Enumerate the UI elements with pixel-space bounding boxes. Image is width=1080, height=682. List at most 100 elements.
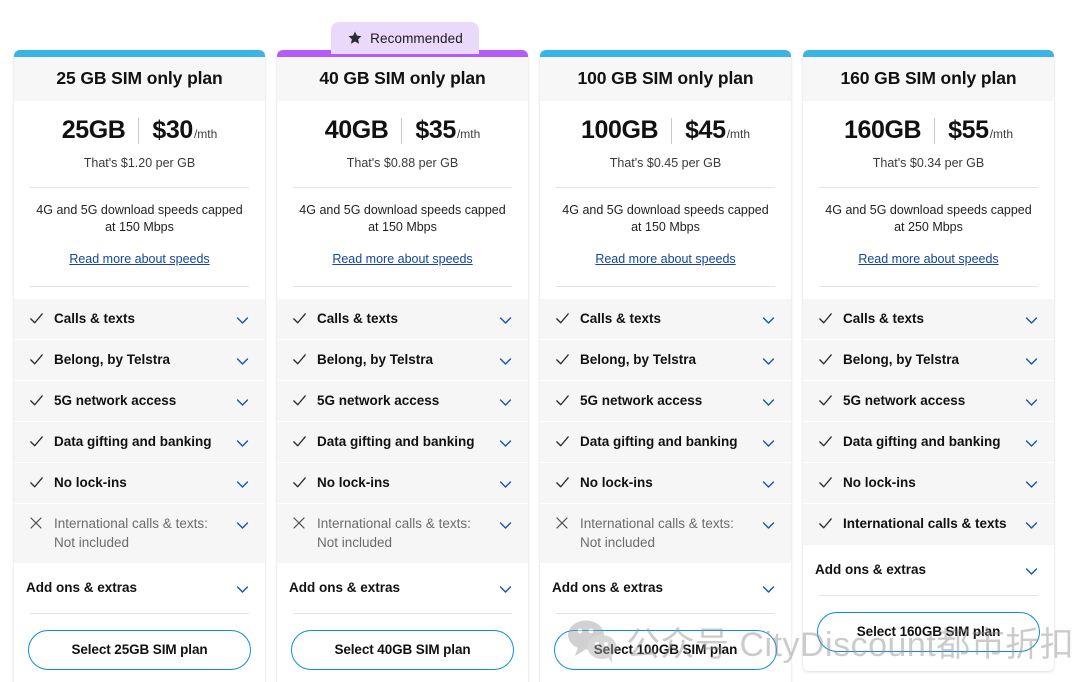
read-more-speeds-link[interactable]: Read more about speeds [69, 252, 209, 266]
select-plan-button[interactable]: Select 100GB SIM plan [554, 629, 777, 670]
feature-label: International calls & texts [843, 515, 1007, 531]
recommended-badge: Recommended [331, 22, 479, 54]
chevron-down-icon[interactable] [232, 578, 252, 598]
feature-row[interactable]: Data gifting and banking [277, 421, 528, 463]
check-icon [552, 391, 572, 409]
price-per-gb: That's $1.20 per GB [83, 156, 196, 170]
chevron-down-icon[interactable] [495, 432, 515, 452]
chevron-down-icon[interactable] [495, 514, 515, 534]
check-icon [815, 350, 835, 368]
chevron-down-icon[interactable] [495, 350, 515, 370]
read-more-speeds-link[interactable]: Read more about speeds [595, 252, 735, 266]
feature-label: International calls & texts: Not include… [580, 515, 734, 551]
feature-row[interactable]: Belong, by Telstra [803, 339, 1054, 381]
chevron-down-icon[interactable] [1021, 560, 1041, 580]
feature-label: Calls & texts [843, 310, 925, 326]
feature-list: Calls & texts Belong, by Telstra 5G networ… [540, 298, 791, 563]
feature-row[interactable]: No lock-ins [277, 462, 528, 504]
feature-list: Calls & texts Belong, by Telstra 5G networ… [14, 298, 265, 563]
feature-row[interactable]: International calls & texts: Not include… [14, 503, 265, 563]
addons-row[interactable]: Add ons & extras [540, 562, 791, 613]
read-more-speeds-link[interactable]: Read more about speeds [332, 252, 472, 266]
chevron-down-icon[interactable] [495, 309, 515, 329]
chevron-down-icon[interactable] [1021, 391, 1041, 411]
feature-label: Belong, by Telstra [54, 351, 171, 367]
feature-row[interactable]: Calls & texts [14, 298, 265, 340]
chevron-down-icon[interactable] [495, 391, 515, 411]
divider [293, 285, 512, 287]
feature-row[interactable]: Data gifting and banking [540, 421, 791, 463]
addons-row[interactable]: Add ons & extras [803, 544, 1054, 595]
feature-row[interactable]: Calls & texts [803, 298, 1054, 340]
feature-row[interactable]: Belong, by Telstra [14, 339, 265, 381]
feature-label: Calls & texts [317, 310, 399, 326]
feature-label: No lock-ins [843, 474, 916, 490]
chevron-down-icon[interactable] [1021, 514, 1041, 534]
check-icon [26, 350, 46, 368]
check-icon [289, 309, 309, 327]
chevron-down-icon[interactable] [232, 514, 252, 534]
select-plan-button[interactable]: Select 40GB SIM plan [291, 629, 514, 670]
select-plan-button[interactable]: Select 160GB SIM plan [817, 611, 1040, 652]
chevron-down-icon[interactable] [758, 391, 778, 411]
feature-row[interactable]: No lock-ins [540, 462, 791, 504]
card-header: 160 GB SIM only plan [803, 57, 1054, 101]
chevron-down-icon[interactable] [758, 432, 778, 452]
check-icon [26, 309, 46, 327]
chevron-down-icon[interactable] [1021, 432, 1041, 452]
feature-row[interactable]: International calls & texts [803, 503, 1054, 545]
feature-row[interactable]: Belong, by Telstra [540, 339, 791, 381]
divider [556, 285, 775, 287]
feature-row[interactable]: Data gifting and banking [14, 421, 265, 463]
read-more-speeds-link[interactable]: Read more about speeds [858, 252, 998, 266]
feature-label: Data gifting and banking [843, 433, 1001, 449]
chevron-down-icon[interactable] [758, 473, 778, 493]
addons-label: Add ons & extras [815, 562, 927, 578]
feature-label: International calls & texts: Not include… [54, 515, 208, 551]
plan-title: 25 GB SIM only plan [56, 68, 223, 88]
chevron-down-icon[interactable] [232, 391, 252, 411]
recommended-badge-label: Recommended [370, 30, 463, 46]
feature-row[interactable]: Data gifting and banking [803, 421, 1054, 463]
chevron-down-icon[interactable] [1021, 473, 1041, 493]
feature-row[interactable]: Belong, by Telstra [277, 339, 528, 381]
price-row: 25GB $30/mth [24, 116, 255, 145]
feature-row[interactable]: International calls & texts: Not include… [540, 503, 791, 563]
chevron-down-icon[interactable] [495, 473, 515, 493]
feature-row[interactable]: 5G network access [277, 380, 528, 422]
chevron-down-icon[interactable] [232, 350, 252, 370]
feature-label: 5G network access [54, 392, 177, 408]
card-accent-bar [803, 50, 1054, 57]
speeds-block: 4G and 5G download speeds capped at 150 … [540, 188, 791, 268]
feature-label: Belong, by Telstra [580, 351, 697, 367]
speed-description: 4G and 5G download speeds capped at 250 … [825, 203, 1032, 234]
select-plan-button[interactable]: Select 25GB SIM plan [28, 629, 251, 670]
feature-row[interactable]: 5G network access [540, 380, 791, 422]
chevron-down-icon[interactable] [1021, 309, 1041, 329]
feature-row[interactable]: 5G network access [14, 380, 265, 422]
chevron-down-icon[interactable] [758, 578, 778, 598]
check-icon [289, 473, 309, 491]
chevron-down-icon[interactable] [232, 309, 252, 329]
check-icon [289, 350, 309, 368]
select-button-wrap: Select 25GB SIM plan [14, 614, 265, 682]
feature-row[interactable]: 5G network access [803, 380, 1054, 422]
price-separator [401, 117, 403, 144]
feature-label: Calls & texts [54, 310, 136, 326]
feature-row[interactable]: Calls & texts [540, 298, 791, 340]
addons-row[interactable]: Add ons & extras [14, 562, 265, 613]
chevron-down-icon[interactable] [758, 350, 778, 370]
chevron-down-icon[interactable] [232, 432, 252, 452]
plan-card: 40 GB SIM only plan 40GB $35/mth That's $0.… [277, 50, 528, 682]
price-separator [934, 117, 936, 144]
chevron-down-icon[interactable] [1021, 350, 1041, 370]
chevron-down-icon[interactable] [495, 578, 515, 598]
feature-row[interactable]: No lock-ins [803, 462, 1054, 504]
chevron-down-icon[interactable] [758, 514, 778, 534]
chevron-down-icon[interactable] [758, 309, 778, 329]
feature-row[interactable]: Calls & texts [277, 298, 528, 340]
feature-row[interactable]: No lock-ins [14, 462, 265, 504]
chevron-down-icon[interactable] [232, 473, 252, 493]
addons-row[interactable]: Add ons & extras [277, 562, 528, 613]
feature-row[interactable]: International calls & texts: Not include… [277, 503, 528, 563]
